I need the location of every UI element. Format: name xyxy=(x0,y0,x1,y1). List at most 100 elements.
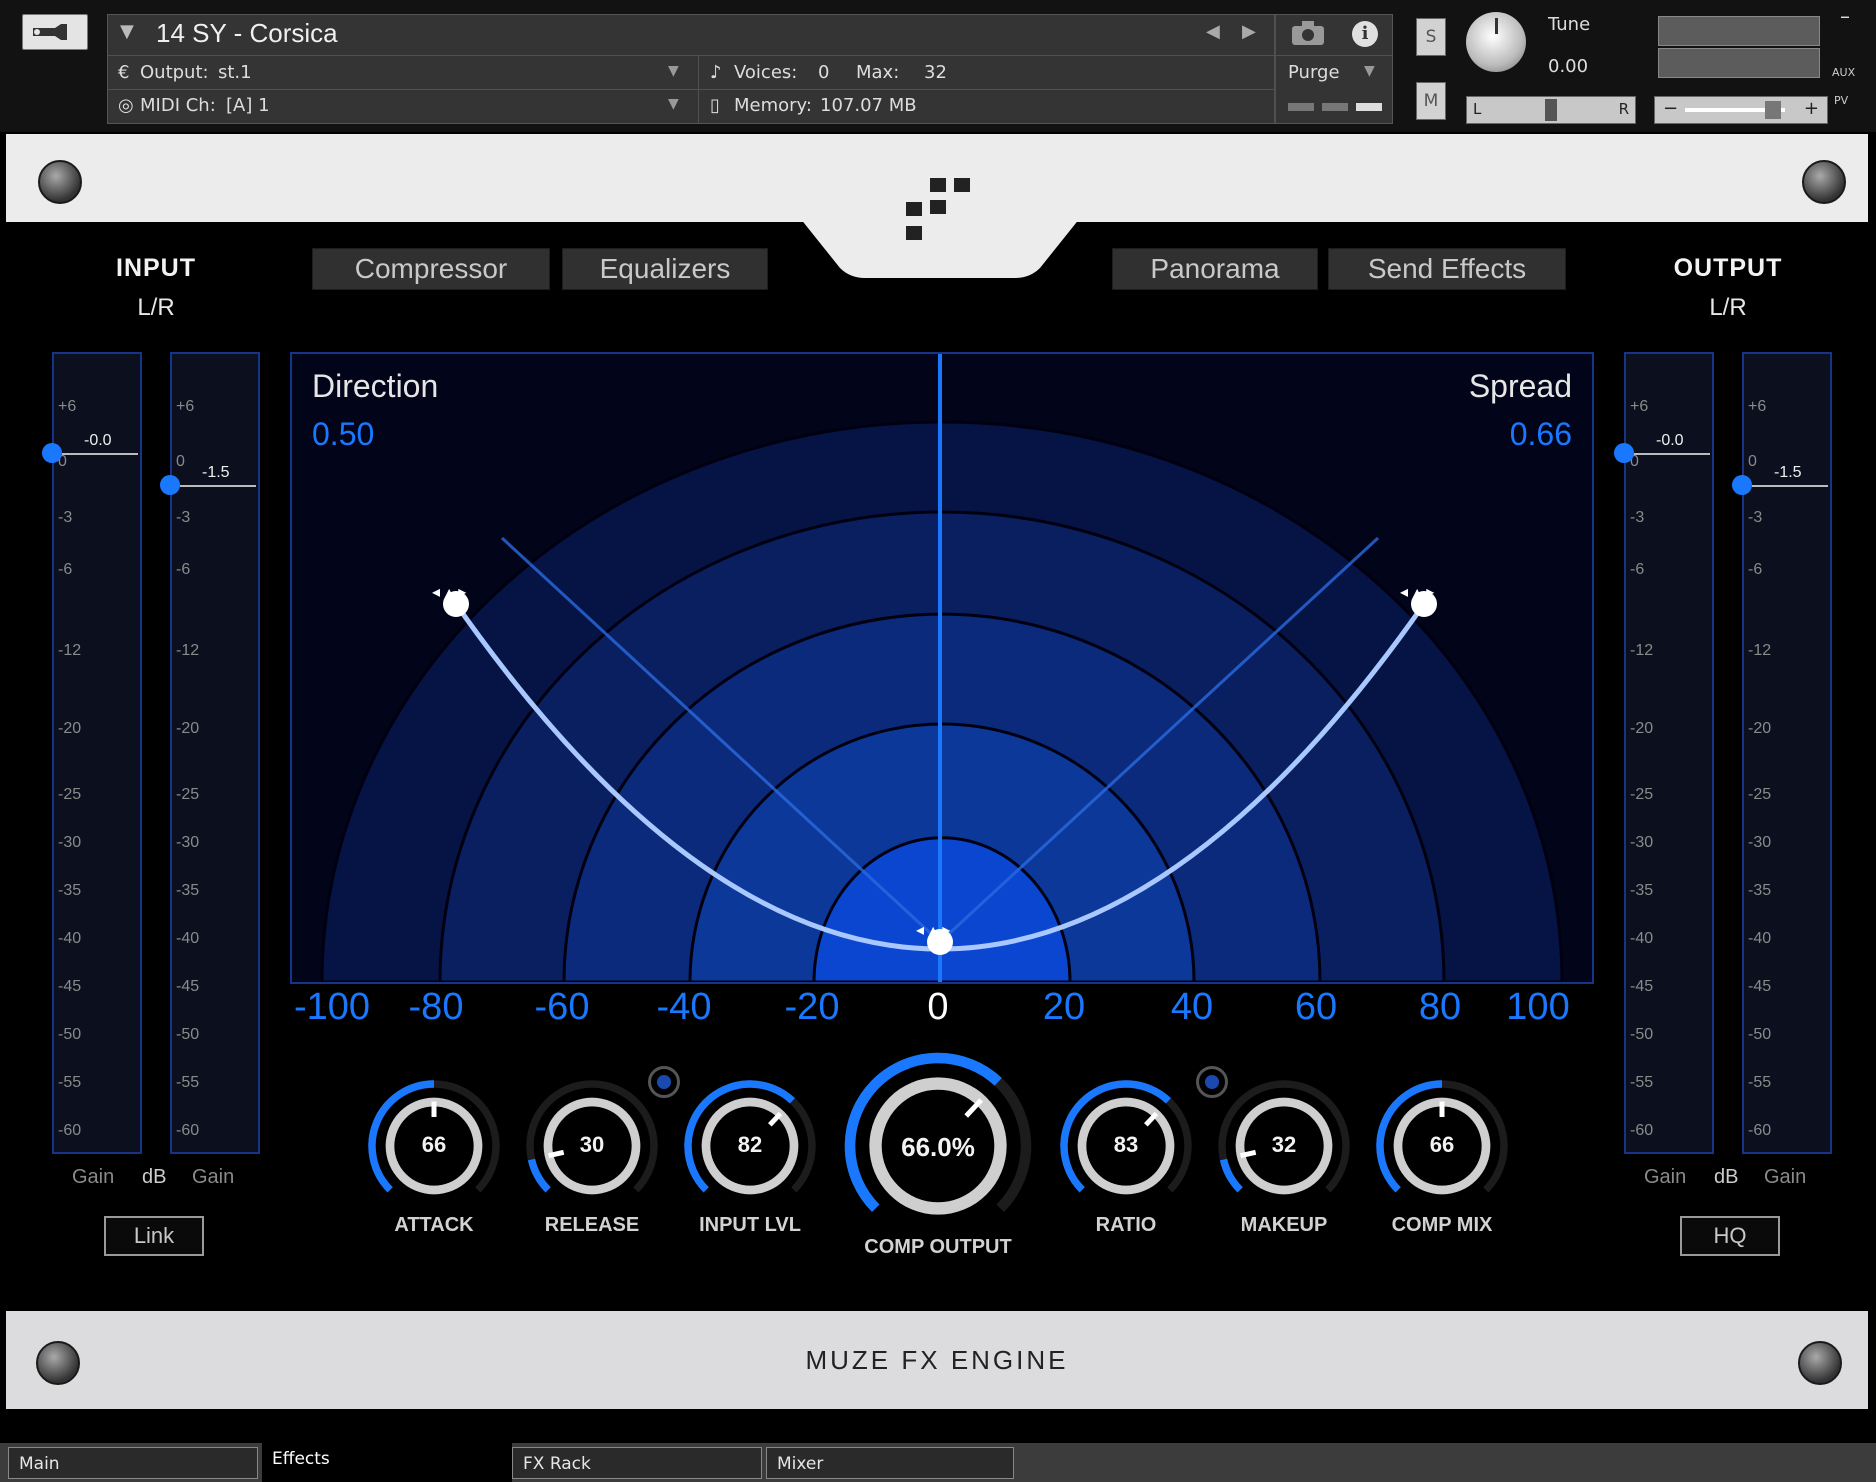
tab-equalizers[interactable]: Equalizers xyxy=(562,248,768,290)
wrench-icon[interactable] xyxy=(22,14,88,50)
voices-label: Voices: xyxy=(734,62,798,83)
tab-mixer[interactable]: Mixer xyxy=(766,1447,1014,1479)
direction-handle-icon[interactable]: ◂ ▴ ▸ xyxy=(916,920,950,939)
input-db-label: dB xyxy=(142,1166,167,1188)
tab-fx-rack[interactable]: FX Rack xyxy=(512,1447,762,1479)
volume-minus[interactable]: − xyxy=(1663,98,1678,119)
input-gain-left-value: -0.0 xyxy=(84,432,112,449)
muze-logo-icon xyxy=(906,178,970,240)
axis-label: 40 xyxy=(1170,986,1214,1028)
tune-knob[interactable] xyxy=(1466,12,1526,72)
panorama-display[interactable]: Direction 0.50 Spread 0.66 ◂ ▴ ▸ ◂ ▴ ▸ ◂… xyxy=(290,352,1594,984)
chevron-down-icon[interactable]: ▼ xyxy=(120,21,134,42)
voices-icon: ♪ xyxy=(710,62,722,83)
spread-value[interactable]: 0.66 xyxy=(1510,416,1572,453)
input-subtitle: L/R xyxy=(137,294,175,321)
pan-right-label: R xyxy=(1618,100,1629,118)
input-gain-right-value: -1.5 xyxy=(202,464,230,481)
input-gain-left-handle[interactable] xyxy=(42,443,62,463)
purge-label[interactable]: Purge xyxy=(1288,62,1340,83)
solo-button[interactable]: S xyxy=(1416,18,1446,56)
chevron-down-icon[interactable]: ▼ xyxy=(668,96,679,112)
tab-compressor[interactable]: Compressor xyxy=(312,248,550,290)
minimize-icon[interactable]: – xyxy=(1840,4,1850,28)
input-lvl-label: INPUT LVL xyxy=(699,1214,801,1236)
release-label: RELEASE xyxy=(544,1214,640,1236)
meter-tick-label: -45 xyxy=(1630,978,1654,995)
tune-value[interactable]: 0.00 xyxy=(1548,56,1588,77)
attack-knob[interactable]: 66 xyxy=(362,1074,506,1218)
release-value: 30 xyxy=(579,1132,605,1157)
pan-left-label: L xyxy=(1473,100,1482,118)
ratio-knob[interactable]: 83 xyxy=(1054,1074,1198,1218)
spread-right-handle-icon[interactable]: ◂ ▴ ▸ xyxy=(1400,582,1434,601)
aux-label[interactable]: AUX xyxy=(1832,66,1855,79)
direction-value[interactable]: 0.50 xyxy=(312,416,374,453)
tab-effects[interactable]: Effects xyxy=(262,1443,512,1482)
max-voices-value[interactable]: 32 xyxy=(924,62,947,83)
meter-tick-label: +6 xyxy=(1630,398,1649,415)
mute-button[interactable]: M xyxy=(1416,82,1446,120)
tab-main[interactable]: Main xyxy=(8,1447,258,1479)
pan-slider-handle[interactable] xyxy=(1545,99,1557,121)
camera-icon[interactable] xyxy=(1290,19,1326,51)
chevron-down-icon[interactable]: ▼ xyxy=(1364,63,1375,79)
meter-tick-label: -25 xyxy=(1630,786,1654,803)
comp-mix-knob[interactable]: 66 xyxy=(1370,1074,1514,1218)
makeup-sync-icon[interactable] xyxy=(1196,1066,1228,1098)
meter-tick-label: -40 xyxy=(58,930,82,947)
volume-slider-handle[interactable] xyxy=(1765,101,1781,119)
comp-mix-label: COMP MIX xyxy=(1391,1214,1493,1236)
axis-label: 60 xyxy=(1294,986,1338,1028)
output-gain-left-handle[interactable] xyxy=(1614,443,1634,463)
output-db-label: dB xyxy=(1714,1166,1739,1188)
tab-panorama[interactable]: Panorama xyxy=(1112,248,1318,290)
meter-tick-label: -6 xyxy=(58,561,73,578)
output-gain-left-value: -0.0 xyxy=(1656,432,1684,449)
release-sync-icon[interactable] xyxy=(648,1066,680,1098)
release-knob[interactable]: 30 xyxy=(520,1074,664,1218)
brand-label: MUZE FX ENGINE xyxy=(805,1345,1069,1375)
prev-instrument-icon[interactable]: ◀ xyxy=(1206,21,1220,42)
next-instrument-icon[interactable]: ▶ xyxy=(1242,21,1256,42)
meter-tick-label: -35 xyxy=(176,882,200,899)
meter-tick-label: -30 xyxy=(1748,834,1772,851)
meter-tick-label: -30 xyxy=(176,834,200,851)
output-gain-right-handle[interactable] xyxy=(1732,475,1752,495)
level-meter-left xyxy=(1658,16,1820,46)
meter-tick-label: -20 xyxy=(176,720,200,737)
output-value[interactable]: st.1 xyxy=(218,62,252,83)
link-button[interactable]: Link xyxy=(104,1216,204,1256)
release-sync-dot xyxy=(657,1075,671,1089)
output-subtitle: L/R xyxy=(1709,294,1747,321)
meter-tick-label: -30 xyxy=(58,834,82,851)
meter-tick-label: 0 xyxy=(1748,453,1757,470)
axis-label: -40 xyxy=(656,986,712,1028)
info-icon[interactable]: i xyxy=(1352,21,1378,47)
volume-plus[interactable]: + xyxy=(1804,98,1819,119)
comp-output-knob[interactable]: 66.0% xyxy=(840,1048,1036,1244)
meter-tick-label: -25 xyxy=(176,786,200,803)
instrument-title[interactable]: 14 SY - Corsica xyxy=(156,18,338,49)
meter-tick-label: -35 xyxy=(1630,882,1654,899)
pan-slider[interactable]: L R xyxy=(1466,96,1636,124)
spread-left-handle-icon[interactable]: ◂ ▴ ▸ xyxy=(432,582,466,601)
meter-tick-label: -3 xyxy=(1748,509,1763,526)
purge-indicator xyxy=(1322,103,1348,111)
bottom-plate: MUZE FX ENGINE xyxy=(6,1311,1868,1409)
tab-send-effects[interactable]: Send Effects xyxy=(1328,248,1566,290)
volume-slider[interactable]: − + xyxy=(1654,96,1828,124)
pv-label[interactable]: PV xyxy=(1834,94,1848,107)
divider xyxy=(1274,15,1276,123)
chevron-down-icon[interactable]: ▼ xyxy=(668,63,679,79)
meter-tick-label: -50 xyxy=(176,1026,200,1043)
input-lvl-knob[interactable]: 82 xyxy=(678,1074,822,1218)
makeup-knob[interactable]: 32 xyxy=(1212,1074,1356,1218)
output-label: Output: xyxy=(140,62,209,83)
meter-tick-label: -55 xyxy=(58,1074,82,1091)
meter-tick-label: -3 xyxy=(1630,509,1645,526)
meter-tick-label: -20 xyxy=(58,720,82,737)
input-gain-right-handle[interactable] xyxy=(160,475,180,495)
midi-channel-value[interactable]: [A] 1 xyxy=(226,95,270,116)
hq-button[interactable]: HQ xyxy=(1680,1216,1780,1256)
